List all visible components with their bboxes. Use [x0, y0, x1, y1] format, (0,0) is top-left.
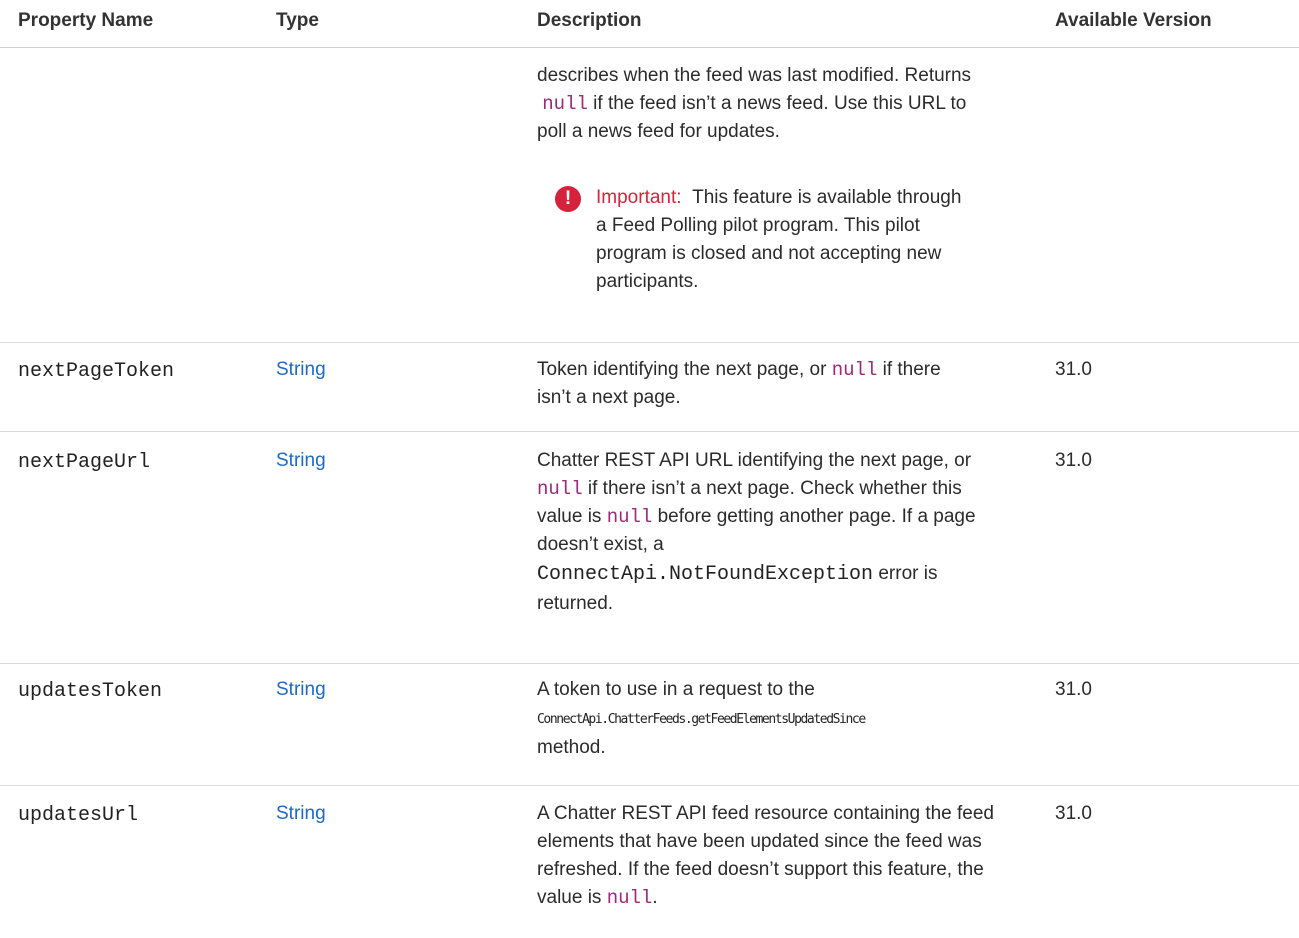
available-version: 31.0 [1055, 803, 1092, 824]
null-literal: null [831, 359, 878, 381]
continued-line-2: null if the feed isn’t a news feed. Use … [542, 93, 967, 115]
available-version: 31.0 [1055, 450, 1092, 471]
continued-line-1: describes when the feed was last modifie… [537, 65, 972, 86]
header-divider [0, 47, 1299, 48]
header-available-version: Available Version [1055, 10, 1212, 31]
row-divider [0, 431, 1299, 432]
important-text: Important: This feature is available thr… [596, 187, 962, 292]
property-name: nextPageUrl [18, 451, 151, 474]
type-link[interactable]: String [276, 447, 326, 475]
null-literal: null [537, 478, 583, 500]
row-divider [0, 785, 1299, 786]
important-label: Important: [596, 187, 682, 208]
continued-line-3: poll a news feed for updates. [537, 121, 780, 142]
type-link[interactable]: String [276, 800, 326, 828]
header-property-name: Property Name [18, 10, 154, 31]
row-divider [0, 663, 1299, 664]
property-description: Token identifying the next page, or null… [537, 359, 941, 408]
null-literal: null [606, 506, 653, 528]
property-name: updatesUrl [18, 804, 139, 827]
header-type: Type [276, 10, 319, 31]
alert-icon: ! [555, 186, 581, 212]
header-description: Description [537, 10, 642, 31]
property-description: A Chatter REST API feed resource contain… [537, 803, 994, 909]
available-version: 31.0 [1055, 359, 1092, 380]
available-version: 31.0 [1055, 679, 1092, 700]
property-description: Chatter REST API URL identifying the nex… [537, 450, 976, 614]
property-name: updatesToken [18, 680, 163, 703]
null-literal: null [606, 887, 653, 909]
null-literal: null [542, 93, 588, 115]
row-divider [0, 342, 1299, 343]
property-name: nextPageToken [18, 360, 175, 383]
type-link[interactable]: String [276, 356, 326, 384]
exception-class: ConnectApi.NotFoundException [537, 563, 874, 586]
type-link[interactable]: String [276, 676, 326, 704]
method-name: ConnectApi.ChatterFeeds.getFeedElementsU… [537, 712, 866, 727]
continued-description: describes when the feed was last modifie… [537, 62, 1037, 146]
property-description: A token to use in a request to the Conne… [537, 679, 866, 758]
